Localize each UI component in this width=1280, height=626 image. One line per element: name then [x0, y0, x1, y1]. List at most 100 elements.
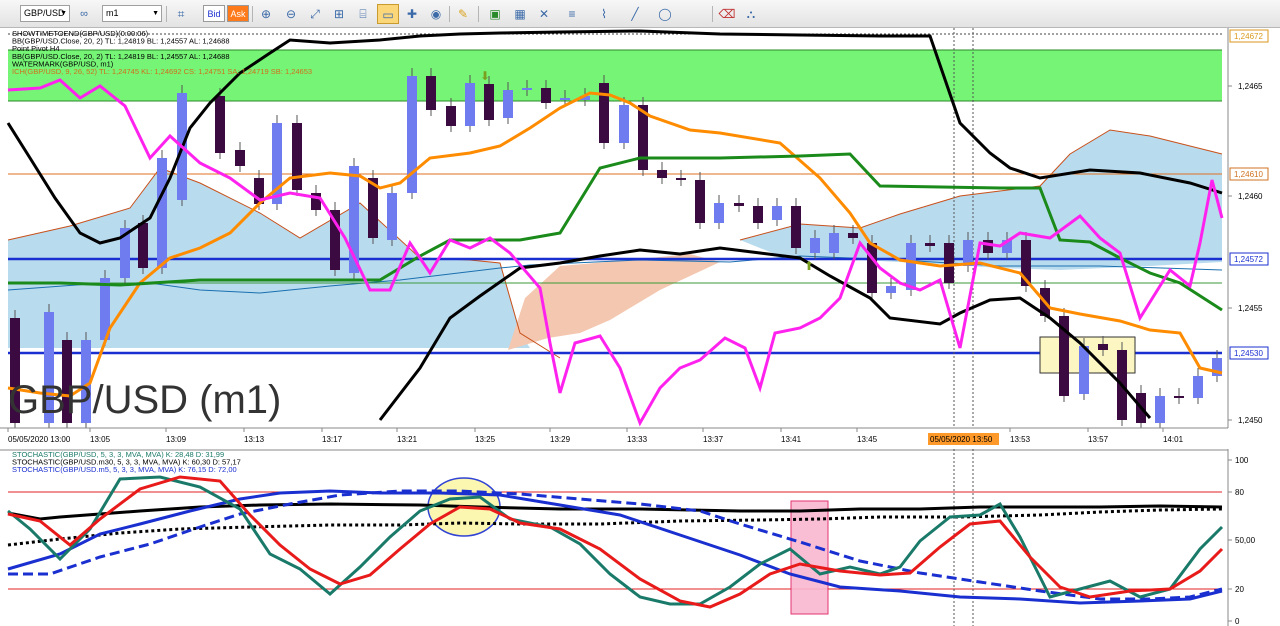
price-axis-label: 1,2460 [1238, 192, 1263, 201]
candle-body [1079, 346, 1089, 394]
candle-body [503, 90, 513, 118]
chevron-down-icon: ▼ [60, 10, 67, 17]
ask-button[interactable]: Ask [227, 5, 249, 22]
candle-body [215, 96, 225, 153]
stoch-axis-label: 0 [1235, 617, 1240, 626]
toolbar-separator [252, 6, 253, 22]
globe-icon[interactable]: ◉ [425, 4, 447, 24]
time-axis-label: 13:37 [703, 435, 724, 444]
time-axis-label: 14:01 [1163, 435, 1184, 444]
candle-body [772, 206, 782, 220]
chart-type-icon[interactable]: ⌗ [170, 4, 192, 24]
crosshair-icon[interactable]: ✚ [401, 4, 423, 24]
time-axis-label: 13:57 [1088, 435, 1109, 444]
zoom-out-icon[interactable]: ⊖ [280, 4, 302, 24]
time-axis-label: 13:05 [90, 435, 111, 444]
highlight-rect[interactable] [790, 500, 829, 615]
candle-body [676, 178, 686, 180]
cursor-icon[interactable]: ▭ [377, 4, 399, 24]
candle-body [791, 206, 801, 248]
candle-body [522, 88, 532, 90]
candle-body [138, 223, 148, 268]
symbol-select[interactable]: GBP/USD ▼ [20, 5, 70, 22]
zoom-in-icon[interactable]: ⊕ [255, 4, 277, 24]
candle-body [1174, 396, 1184, 398]
stoch-axis-label: 50,00 [1235, 536, 1256, 545]
candle-body [235, 150, 245, 166]
layers-icon[interactable]: ⛬ [740, 4, 762, 24]
candle-body [983, 240, 993, 253]
watermark-text: GBP/USD (m1) [8, 378, 281, 422]
stoch-legend-entry: STOCHASTIC(GBP/USD.m5, 5, 3, 3, MVA, MVA… [12, 465, 237, 474]
time-axis-label: 13:45 [857, 435, 878, 444]
fibonacci-icon[interactable]: ≡ [561, 4, 583, 24]
pencil-icon[interactable]: ✎ [452, 4, 474, 24]
candle-body [484, 84, 494, 120]
price-chart[interactable]: ⬇ ⬆ GBP/USD (m1) SHOWTIMETOEND(GBP/USD)(… [0, 28, 1280, 449]
stochastic-chart[interactable]: STOCHASTIC(GBP/USD, 5, 3, 3, MVA, MVA) K… [0, 449, 1280, 626]
shape-icon[interactable]: ╱ [624, 4, 646, 24]
candle-body [886, 286, 896, 293]
time-axis-label: 13:53 [1010, 435, 1031, 444]
line-tool-icon[interactable]: ✕ [533, 4, 555, 24]
toolbar-separator [478, 6, 479, 22]
candle-body [867, 243, 877, 293]
fit-icon[interactable]: ⤢ [304, 4, 326, 24]
cursor-time-label: 05/05/2020 13:50 [930, 435, 993, 444]
time-axis-label: 13:25 [475, 435, 496, 444]
time-axis-label: 13:41 [781, 435, 802, 444]
candle-body [734, 203, 744, 206]
bid-button[interactable]: Bid [203, 5, 225, 22]
stoch-legend: STOCHASTIC(GBP/USD, 5, 3, 3, MVA, MVA) K… [12, 450, 241, 474]
ellipse-icon[interactable]: ◯ [654, 4, 676, 24]
candle-body [619, 105, 629, 143]
chain-icon[interactable]: ∞ [74, 5, 94, 23]
candle-body [714, 203, 724, 223]
candle-body [157, 158, 167, 268]
toolbar-separator [166, 6, 167, 22]
price-axis-label: 1,2455 [1238, 304, 1263, 313]
arrow-down-icon: ⬇ [480, 69, 490, 83]
price-tag-label: 1,24572 [1234, 255, 1263, 264]
stoch-axis-label: 100 [1235, 456, 1249, 465]
candle-body [446, 106, 456, 126]
time-axis-label: 13:21 [397, 435, 418, 444]
timeframe-select-value: m1 [106, 8, 119, 18]
stoch-axis-label: 20 [1235, 585, 1244, 594]
candle-body [387, 193, 397, 240]
text-icon[interactable]: ⌇ [593, 4, 615, 24]
candle-body [829, 233, 839, 253]
candle-body [465, 83, 475, 126]
candle-body [925, 243, 935, 246]
price-tag-label: 1,24530 [1234, 349, 1263, 358]
candle-body [1155, 396, 1165, 423]
time-axis-label: 13:13 [244, 435, 265, 444]
template-icon[interactable]: ▣ [484, 4, 506, 24]
toolbar: GBP/USD ▼ ∞ m1 ▼ ⌗ Bid Ask ⊕ ⊖ ⤢ ⊞ ⌸ ▭ ✚ ◉… [0, 0, 1280, 28]
candle-body [599, 83, 609, 143]
legend-entry: ICH(GBP/USD, 9, 26, 52) TL: 1,24745 KL: … [12, 67, 312, 76]
period-icon[interactable]: ⌸ [352, 4, 374, 24]
candle-body [541, 88, 551, 103]
price-axis-label: 1,2450 [1238, 416, 1263, 425]
arrow-up-icon: ⬆ [804, 259, 814, 273]
price-tag-label: 1,24610 [1234, 170, 1263, 179]
time-axis-label: 13:17 [322, 435, 343, 444]
symbol-select-value: GBP/USD [24, 8, 65, 18]
toolbar-separator [712, 6, 713, 22]
time-axis-label: 13:29 [550, 435, 571, 444]
timeframe-select[interactable]: m1 ▼ [102, 5, 162, 22]
time-axis-label: 05/05/2020 13:00 [8, 435, 71, 444]
price-tag-label: 1,24672 [1234, 32, 1263, 41]
chevron-down-icon: ▼ [152, 10, 159, 17]
price-axis-label: 1,2465 [1238, 82, 1263, 91]
indicator-icon[interactable]: ▦ [509, 4, 531, 24]
candle-body [944, 243, 954, 283]
time-axis-label: 13:33 [627, 435, 648, 444]
scale-icon[interactable]: ⊞ [328, 4, 350, 24]
price-axis[interactable] [1228, 28, 1280, 449]
time-axis-label: 13:09 [166, 435, 187, 444]
stoch-background [0, 449, 1280, 626]
eraser-icon[interactable]: ⌫ [716, 4, 738, 24]
candle-body [560, 98, 570, 100]
